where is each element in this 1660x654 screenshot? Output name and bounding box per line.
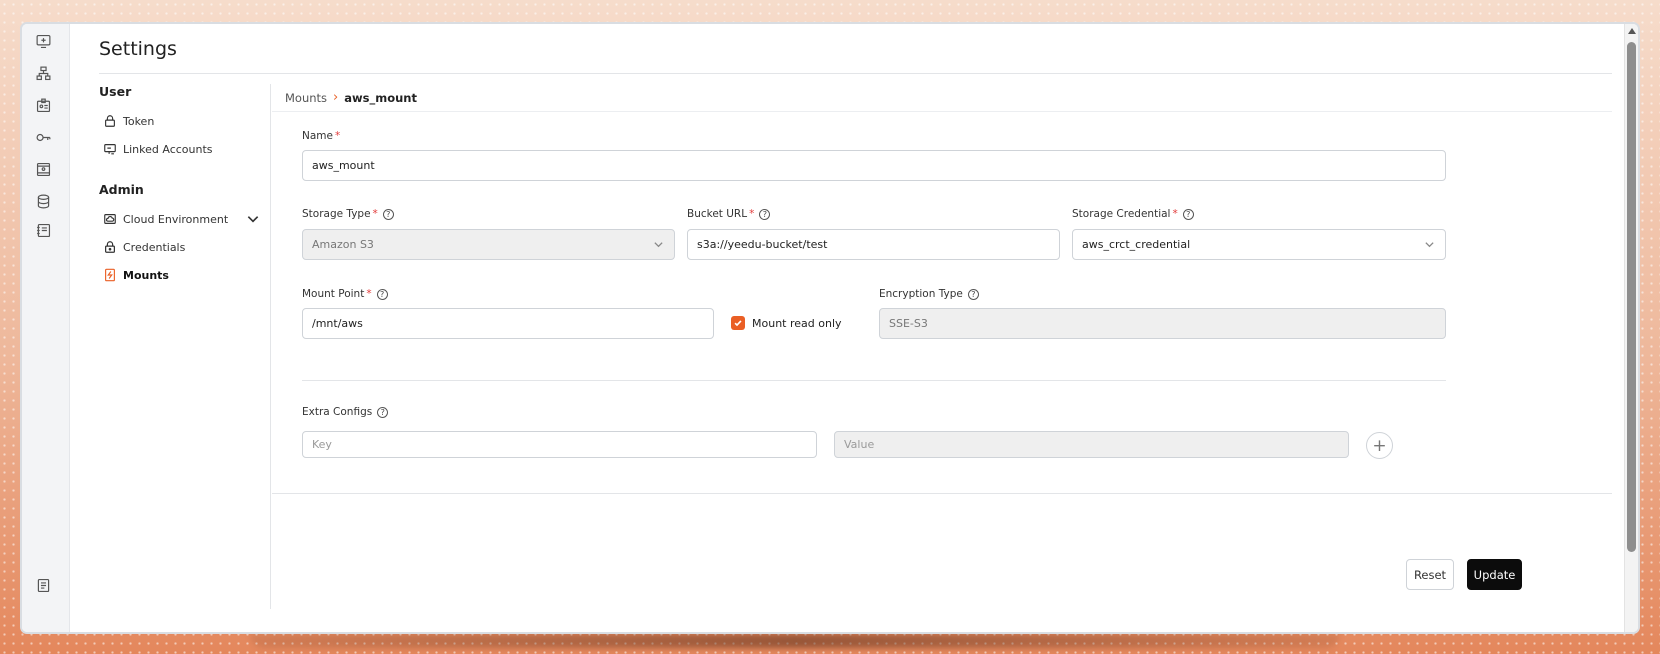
- storage-type-value: Amazon S3: [312, 238, 374, 251]
- key-icon[interactable]: [34, 128, 52, 146]
- sidebar-item-token[interactable]: Token: [103, 114, 154, 128]
- scroll-thumb[interactable]: [1627, 42, 1636, 552]
- required-mark: *: [366, 288, 372, 300]
- cloud-icon: [104, 214, 116, 224]
- storage-credential-value: aws_crct_credential: [1082, 238, 1191, 251]
- id-badge-icon[interactable]: [34, 96, 52, 114]
- bucket-url-label-text: Bucket URL: [687, 208, 748, 220]
- user-card-icon[interactable]: [34, 160, 52, 178]
- breadcrumb-mounts-link[interactable]: Mounts: [285, 91, 327, 105]
- lock-icon: [105, 115, 115, 127]
- encryption-type-value: SSE-S3: [889, 317, 928, 330]
- help-icon[interactable]: ?: [967, 288, 979, 300]
- breadcrumb-bar: Mounts › aws_mount: [272, 84, 1612, 112]
- extra-configs-label: Extra Configs ?: [302, 406, 389, 418]
- chevron-down-icon: [654, 242, 663, 248]
- help-icon[interactable]: ?: [377, 406, 389, 418]
- mount-icon: [105, 268, 115, 282]
- encryption-type-field: SSE-S3: [879, 308, 1446, 339]
- sitemap-icon[interactable]: [34, 64, 52, 82]
- storage-credential-select[interactable]: aws_crct_credential: [1072, 229, 1446, 260]
- settings-sidebar: User Token Linked Accounts Admin Cloud E…: [99, 84, 271, 609]
- sidebar-heading-user: User: [99, 84, 132, 99]
- vertical-scrollbar[interactable]: [1624, 24, 1638, 632]
- sidebar-item-label: Linked Accounts: [123, 142, 213, 156]
- required-mark: *: [1172, 208, 1178, 220]
- storage-credential-label: Storage Credential * ?: [1072, 208, 1194, 220]
- bucket-url-label: Bucket URL * ?: [687, 208, 771, 220]
- checkbox-checked[interactable]: [731, 316, 745, 330]
- name-label: Name *: [302, 130, 340, 142]
- required-mark: *: [372, 208, 378, 220]
- lock-icon: [105, 241, 115, 253]
- required-mark: *: [334, 130, 341, 142]
- help-icon[interactable]: ?: [1182, 208, 1194, 220]
- mount-point-input[interactable]: [302, 308, 714, 339]
- mount-read-only-label: Mount read only: [752, 316, 842, 330]
- icon-rail: [22, 24, 70, 632]
- breadcrumb: Mounts › aws_mount: [285, 90, 417, 105]
- sidebar-item-cloud-environment[interactable]: Cloud Environment: [103, 212, 260, 226]
- mount-point-label-text: Mount Point: [302, 288, 365, 300]
- extra-config-value-input[interactable]: [834, 431, 1349, 458]
- help-icon[interactable]: ?: [376, 288, 388, 300]
- check-icon: [734, 320, 742, 327]
- database-icon[interactable]: [34, 192, 52, 210]
- sidebar-item-label: Cloud Environment: [123, 212, 229, 226]
- section-divider: [302, 380, 1446, 381]
- extra-config-key-input[interactable]: [302, 431, 817, 458]
- sidebar-heading-admin: Admin: [99, 182, 144, 197]
- help-icon[interactable]: ?: [382, 208, 394, 220]
- linked-accounts-icon: [104, 144, 116, 155]
- mount-point-label: Mount Point * ?: [302, 288, 388, 300]
- notebook-icon[interactable]: [34, 221, 52, 239]
- encryption-type-label-text: Encryption Type: [879, 288, 963, 300]
- title-divider: [99, 73, 1612, 74]
- chevron-down-icon: [1425, 242, 1434, 248]
- name-input[interactable]: [302, 150, 1446, 181]
- sidebar-item-linked-accounts[interactable]: Linked Accounts: [103, 142, 213, 156]
- bucket-url-input[interactable]: [687, 229, 1060, 260]
- extra-configs-label-text: Extra Configs: [302, 406, 373, 418]
- storage-type-label-text: Storage Type: [302, 208, 371, 220]
- breadcrumb-current: aws_mount: [344, 90, 417, 105]
- document-icon[interactable]: [34, 576, 52, 594]
- mount-form-panel: Mounts › aws_mount Name* Storage Type* ?…: [272, 84, 1612, 494]
- page-title: Settings: [99, 38, 177, 60]
- storage-credential-label-text: Storage Credential: [1072, 208, 1171, 220]
- chevron-down-icon[interactable]: [246, 212, 260, 226]
- storage-type-select[interactable]: Amazon S3: [302, 229, 675, 260]
- sidebar-item-mounts[interactable]: Mounts: [103, 268, 169, 282]
- scroll-up-arrow[interactable]: [1628, 28, 1636, 34]
- sidebar-item-credentials[interactable]: Credentials: [103, 240, 185, 254]
- sidebar-item-label: Credentials: [123, 240, 186, 254]
- name-label-text: Name: [302, 130, 333, 142]
- storage-type-label: Storage Type * ?: [302, 208, 394, 220]
- sidebar-item-label: Token: [123, 114, 155, 128]
- mount-read-only-checkbox[interactable]: Mount read only: [731, 316, 842, 330]
- required-mark: *: [749, 208, 755, 220]
- settings-content: Settings User Token Linked Accounts Admi…: [70, 24, 1612, 632]
- app-window: Settings User Token Linked Accounts Admi…: [20, 22, 1640, 634]
- window-shadow: [250, 634, 1340, 648]
- update-button[interactable]: Update: [1467, 559, 1522, 590]
- reset-button[interactable]: Reset: [1406, 559, 1454, 590]
- help-icon[interactable]: ?: [759, 208, 771, 220]
- encryption-type-label: Encryption Type ?: [879, 288, 979, 300]
- add-config-button[interactable]: +: [1366, 432, 1393, 459]
- monitor-add-icon[interactable]: [34, 32, 52, 50]
- form-bottom-divider: [272, 493, 1612, 494]
- breadcrumb-separator: ›: [333, 90, 339, 105]
- sidebar-item-label: Mounts: [123, 268, 169, 282]
